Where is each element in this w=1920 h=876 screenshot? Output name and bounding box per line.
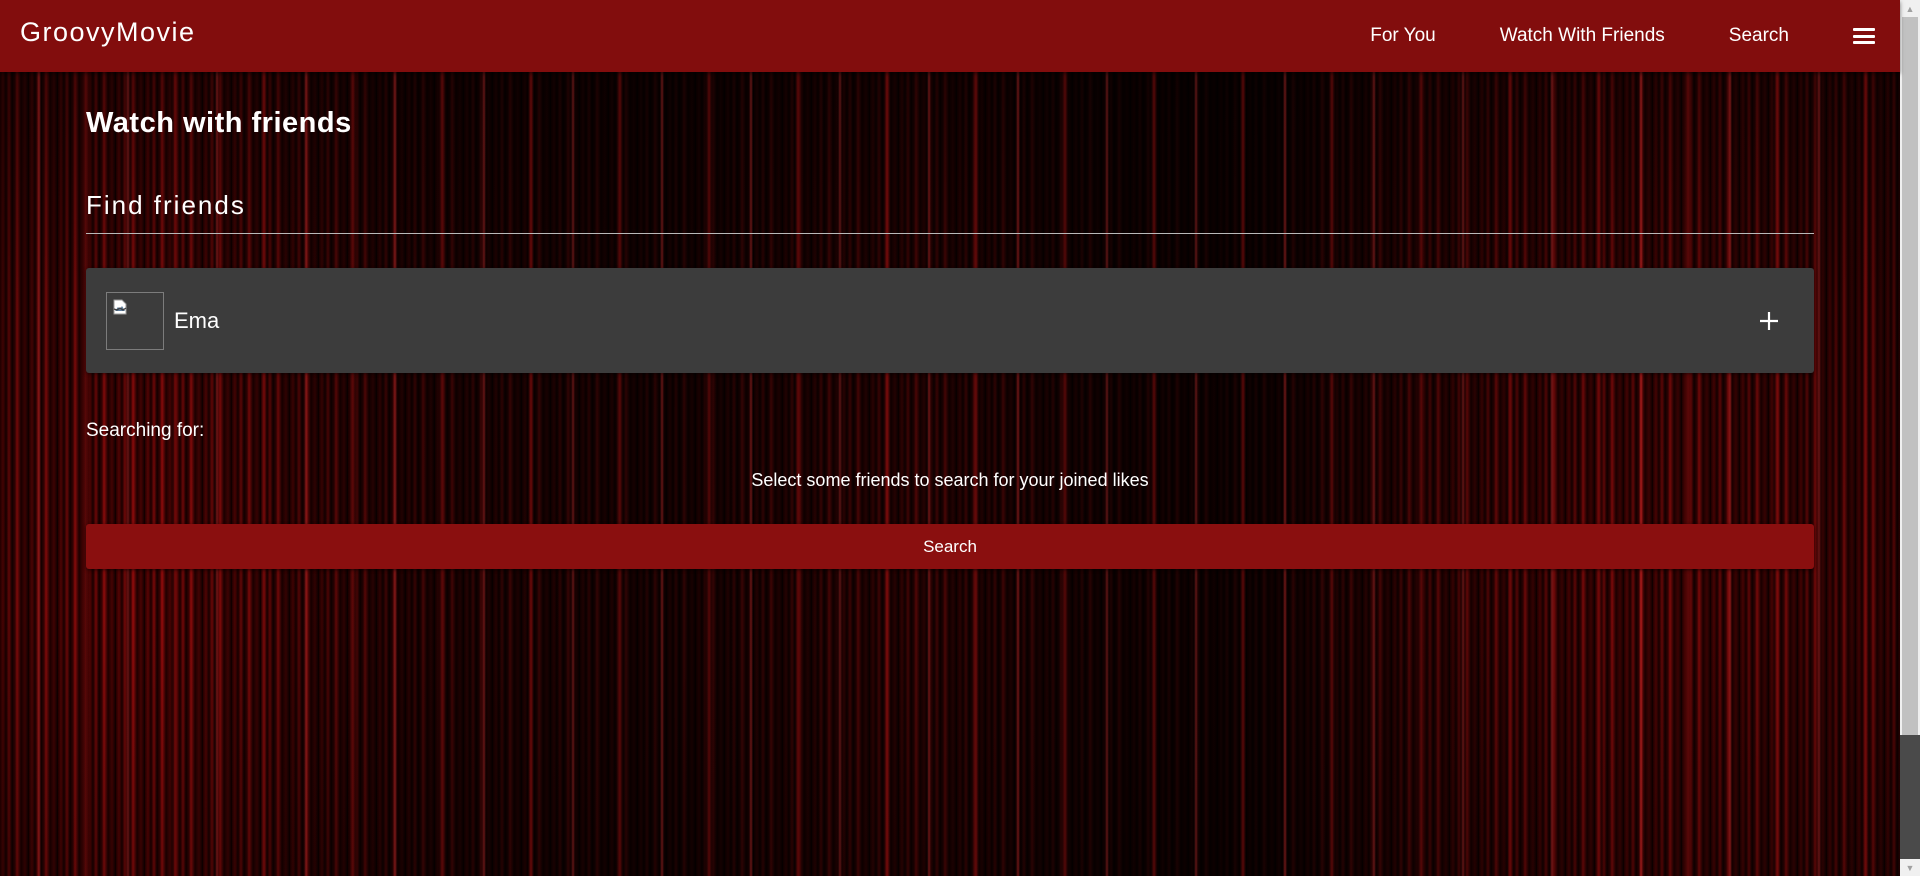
broken-image-icon xyxy=(113,299,127,314)
scroll-down-arrow-icon[interactable]: ▼ xyxy=(1900,859,1920,876)
friend-name: Ema xyxy=(174,307,220,333)
menu-bar xyxy=(1853,28,1875,31)
page: GroovyMovie For You Watch With Friends S… xyxy=(0,0,1920,876)
scroll-thumb[interactable] xyxy=(1902,17,1918,735)
friend-card: Ema xyxy=(86,268,1814,373)
nav-link-search[interactable]: Search xyxy=(1729,25,1789,47)
nav-links: For You Watch With Friends Search xyxy=(1370,0,1900,72)
scroll-track xyxy=(1900,735,1920,859)
page-title: Watch with friends xyxy=(86,107,352,139)
brand-logo[interactable]: GroovyMovie xyxy=(20,17,196,48)
find-friends-heading: Find friends xyxy=(86,190,1814,234)
scrollbar[interactable]: ▲ ▼ xyxy=(1900,0,1920,876)
searching-for-label: Searching for: xyxy=(86,420,205,441)
menu-bar xyxy=(1853,41,1875,44)
scroll-up-arrow-icon[interactable]: ▲ xyxy=(1900,0,1920,17)
nav-link-for-you[interactable]: For You xyxy=(1370,25,1436,47)
empty-selection-hint: Select some friends to search for your j… xyxy=(751,470,1149,490)
main-content: Watch with friends Find friends Ema Sear… xyxy=(86,72,1814,569)
hamburger-menu-icon[interactable] xyxy=(1853,28,1875,44)
navbar: GroovyMovie For You Watch With Friends S… xyxy=(0,0,1900,72)
menu-bar xyxy=(1853,34,1875,38)
avatar xyxy=(106,291,164,350)
nav-link-watch-with-friends[interactable]: Watch With Friends xyxy=(1500,25,1665,47)
plus-icon[interactable] xyxy=(1758,310,1780,332)
search-button[interactable]: Search xyxy=(86,524,1814,569)
